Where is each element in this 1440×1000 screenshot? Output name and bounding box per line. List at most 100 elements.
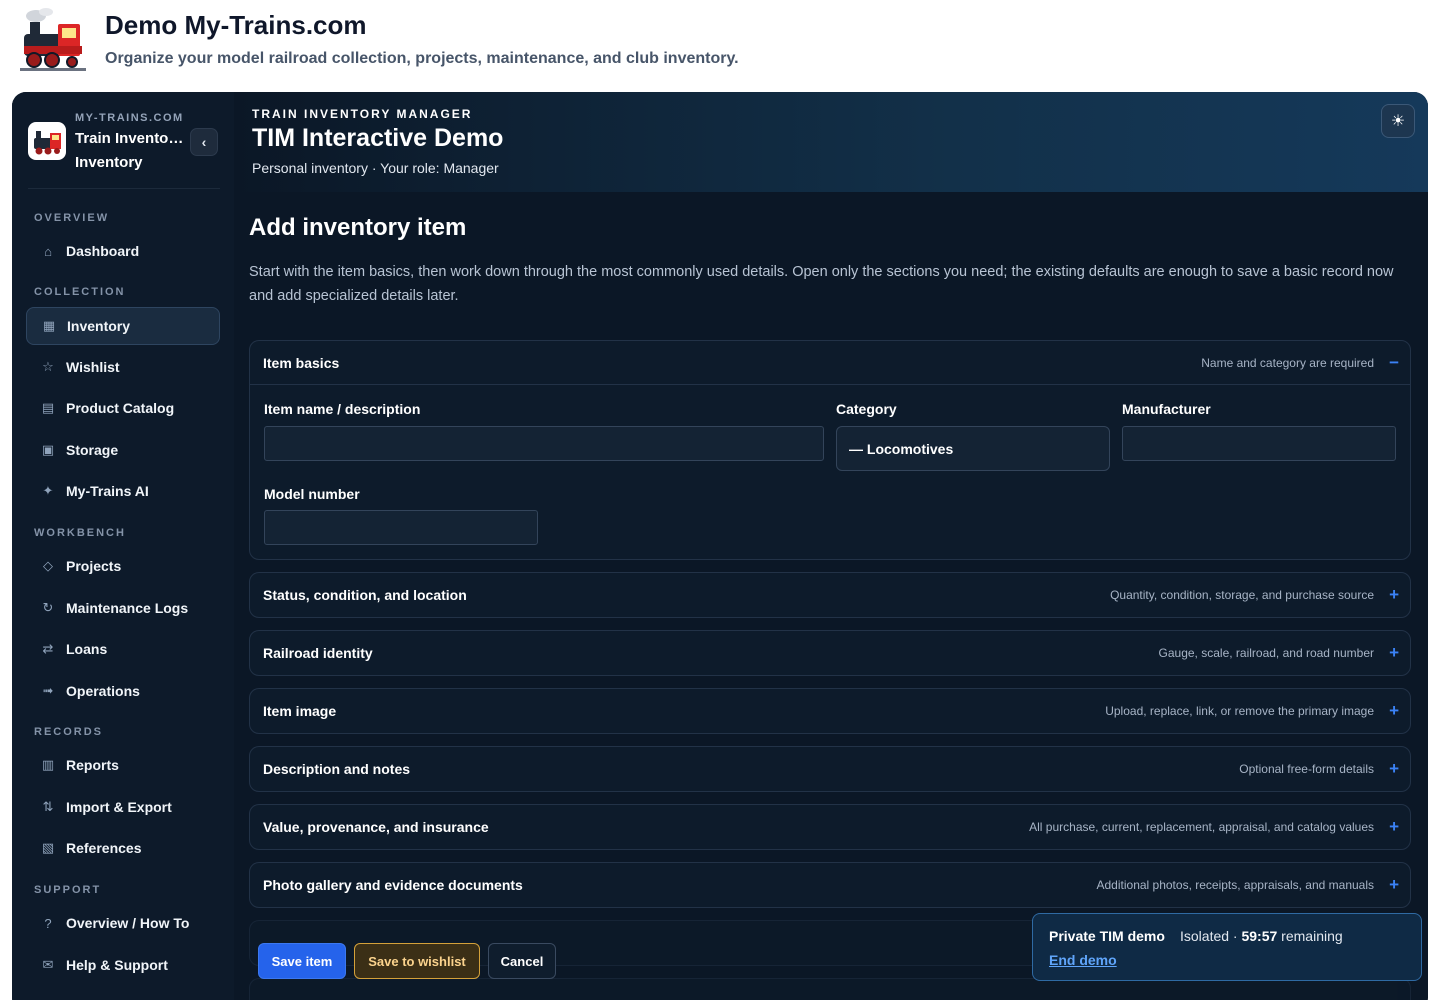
category-label: Category — [836, 401, 897, 417]
category-select[interactable]: — Locomotives — [836, 426, 1110, 471]
theme-toggle-button[interactable]: ☀ — [1381, 104, 1415, 138]
sidebar-item-import-export[interactable]: ⇅ Import & Export — [26, 788, 220, 826]
sidebar-item-reports[interactable]: ▥ Reports — [26, 746, 220, 784]
sidebar: MY-TRAINS.COM Train Inventory Manager In… — [12, 92, 234, 1000]
model-number-label: Model number — [264, 486, 360, 502]
page-intro: Start with the item basics, then work do… — [249, 264, 1394, 304]
section-hint: All purchase, current, replacement, appr… — [1029, 820, 1374, 834]
expand-icon[interactable]: + — [1389, 759, 1399, 779]
arrow-icon: ➟ — [42, 683, 54, 698]
references-icon: ▧ — [41, 840, 55, 855]
sidebar-item-my-trains-ai[interactable]: ✦ My-Trains AI — [26, 472, 220, 510]
end-demo-link[interactable]: End demo — [1049, 952, 1117, 968]
sidebar-item-operations[interactable]: ➟ Operations — [26, 672, 220, 710]
brand-kicker: MY-TRAINS.COM — [75, 112, 184, 124]
model-number-input[interactable] — [264, 510, 538, 545]
bars-icon: ▥ — [41, 757, 55, 772]
category-selected-value: — Locomotives — [849, 440, 954, 457]
brand-name: Train Inventory Manager — [75, 130, 187, 147]
section-header[interactable]: Photo gallery and evidence documents Add… — [250, 863, 1410, 907]
sidebar-item-label: References — [66, 840, 142, 856]
sidebar-item-label: My-Trains AI — [66, 483, 149, 499]
sidebar-item-help-support[interactable]: ✉ Help & Support — [26, 946, 220, 984]
site-header: Demo My-Trains.com Organize your model r… — [0, 0, 1440, 92]
divider — [28, 188, 220, 189]
section-item-image[interactable]: Item image Upload, replace, link, or rem… — [249, 688, 1411, 734]
sidebar-item-inventory[interactable]: ▦ Inventory — [26, 307, 220, 345]
sidebar-item-product-catalog[interactable]: ▤ Product Catalog — [26, 389, 220, 427]
mail-icon: ✉ — [42, 957, 54, 972]
section-railroad-identity[interactable]: Railroad identity Gauge, scale, railroad… — [249, 630, 1411, 676]
sidebar-item-label: Wishlist — [66, 359, 120, 375]
expand-icon[interactable]: + — [1389, 643, 1399, 663]
section-header[interactable]: Railroad identity Gauge, scale, railroad… — [250, 631, 1410, 675]
save-to-wishlist-button[interactable]: Save to wishlist — [354, 943, 480, 979]
section-title: Description and notes — [263, 761, 411, 777]
sidebar-item-label: Storage — [66, 442, 119, 458]
section-hint: Quantity, condition, storage, and purcha… — [1110, 588, 1374, 602]
section-status-condition-location[interactable]: Status, condition, and location Quantity… — [249, 572, 1411, 618]
sidebar-item-dashboard[interactable]: ⌂ Dashboard — [26, 232, 220, 270]
expand-icon[interactable]: + — [1389, 875, 1399, 895]
main-content: Add inventory item Start with the item b… — [234, 192, 1428, 1000]
nav-section-collection: COLLECTION — [34, 286, 126, 298]
banner-title: TIM Interactive Demo — [252, 124, 504, 152]
nav-section-workbench: WORKBENCH — [34, 527, 126, 539]
toast-status: Isolated · 59:57 remaining — [1180, 928, 1343, 944]
sidebar-item-label: Reports — [66, 757, 119, 773]
section-photo-gallery-documents[interactable]: Photo gallery and evidence documents Add… — [249, 862, 1411, 908]
sidebar-item-label: Help & Support — [66, 957, 168, 973]
section-title: Railroad identity — [263, 645, 373, 661]
nav-section-support: SUPPORT — [34, 884, 102, 896]
sidebar-item-storage[interactable]: ▣ Storage — [26, 431, 220, 469]
sidebar-item-label: Overview / How To — [66, 915, 190, 931]
section-item-basics: Item basics Name and category are requir… — [249, 340, 1411, 560]
sidebar-item-references[interactable]: ▧ References — [26, 829, 220, 867]
site-title: Demo My-Trains.com — [105, 10, 367, 40]
item-name-label: Item name / description — [264, 401, 421, 417]
sidebar-item-loans[interactable]: ⇄ Loans — [26, 630, 220, 668]
site-subtitle: Organize your model railroad collection,… — [105, 50, 739, 67]
sidebar-item-projects[interactable]: ◇ Projects — [26, 547, 220, 585]
section-header[interactable]: Item image Upload, replace, link, or rem… — [250, 689, 1410, 733]
home-icon: ⌂ — [44, 243, 52, 259]
section-header[interactable]: Status, condition, and location Quantity… — [250, 573, 1410, 617]
brand-train-icon — [28, 122, 66, 160]
storage-icon: ▣ — [41, 442, 55, 457]
expand-icon[interactable]: + — [1389, 585, 1399, 605]
section-header[interactable]: Description and notes Optional free-form… — [250, 747, 1410, 791]
import-export-icon: ⇅ — [42, 799, 54, 814]
section-hint: Upload, replace, link, or remove the pri… — [1105, 704, 1374, 718]
save-item-button[interactable]: Save item — [258, 943, 346, 979]
chevron-left-icon: ‹ — [201, 134, 207, 150]
toast-title: Private TIM demo — [1049, 928, 1165, 944]
item-name-input[interactable] — [264, 426, 824, 461]
star-icon: ☆ — [42, 359, 54, 374]
section-header[interactable]: Value, provenance, and insurance All pur… — [250, 805, 1410, 849]
expand-icon[interactable]: + — [1389, 701, 1399, 721]
collapse-icon[interactable]: − — [1389, 353, 1399, 373]
sidebar-item-wishlist[interactable]: ☆ Wishlist — [26, 348, 220, 386]
section-partially-hidden — [249, 978, 1411, 1000]
manufacturer-input[interactable] — [1122, 426, 1396, 461]
sidebar-item-label: Maintenance Logs — [66, 600, 189, 616]
cancel-button[interactable]: Cancel — [488, 943, 556, 979]
section-description-notes[interactable]: Description and notes Optional free-form… — [249, 746, 1411, 792]
toast-status-prefix: Isolated · — [1180, 928, 1242, 944]
swap-icon: ⇄ — [42, 641, 54, 656]
sidebar-item-maintenance-logs[interactable]: ↻ Maintenance Logs — [26, 589, 220, 627]
sidebar-item-overview-how-to[interactable]: ? Overview / How To — [26, 904, 220, 942]
section-header-item-basics[interactable]: Item basics Name and category are requir… — [250, 341, 1410, 385]
section-value-provenance-insurance[interactable]: Value, provenance, and insurance All pur… — [249, 804, 1411, 850]
expand-icon[interactable]: + — [1389, 817, 1399, 837]
section-hint: Additional photos, receipts, appraisals,… — [1096, 878, 1375, 892]
toast-status-suffix: remaining — [1277, 928, 1343, 944]
manufacturer-label: Manufacturer — [1122, 401, 1211, 417]
section-title: Value, provenance, and insurance — [263, 819, 489, 835]
train-logo-icon — [20, 8, 86, 71]
section-hint: Name and category are required — [1201, 356, 1374, 370]
collapse-sidebar-button[interactable]: ‹ — [190, 128, 218, 156]
section-title: Status, condition, and location — [263, 587, 467, 603]
page-title: Add inventory item — [249, 214, 467, 241]
sidebar-item-label: Product Catalog — [66, 400, 175, 416]
